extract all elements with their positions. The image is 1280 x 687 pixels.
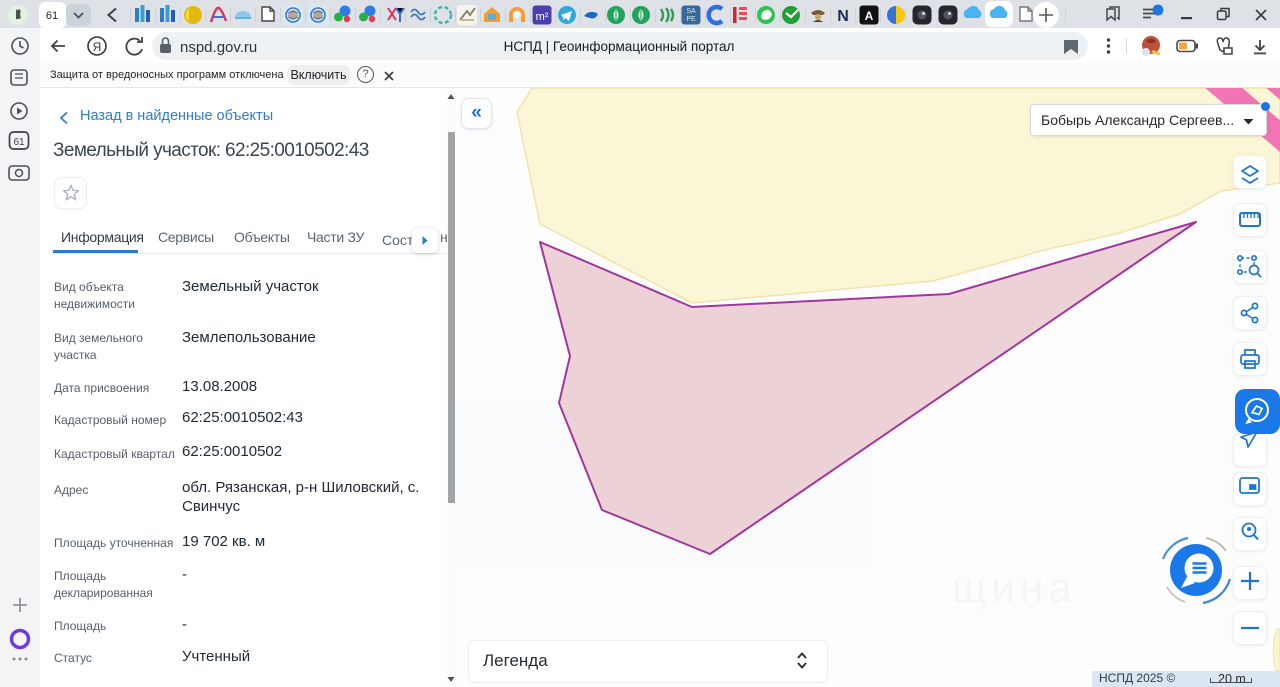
- svg-text:PE: PE: [686, 16, 696, 23]
- svg-text:SA: SA: [686, 8, 696, 15]
- svg-text:m²: m²: [536, 11, 549, 23]
- svg-text:61: 61: [46, 10, 58, 22]
- svg-text:N: N: [837, 8, 849, 25]
- svg-text:nspd.gov.ru: nspd.gov.ru: [180, 39, 257, 56]
- svg-text:A: A: [865, 9, 874, 23]
- svg-text:61: 61: [13, 137, 25, 148]
- svg-text:Я: Я: [93, 40, 102, 54]
- svg-text:НСПД | Геоинформационный порта: НСПД | Геоинформационный портал: [504, 39, 735, 54]
- svg-text:щина: щина: [952, 564, 1077, 611]
